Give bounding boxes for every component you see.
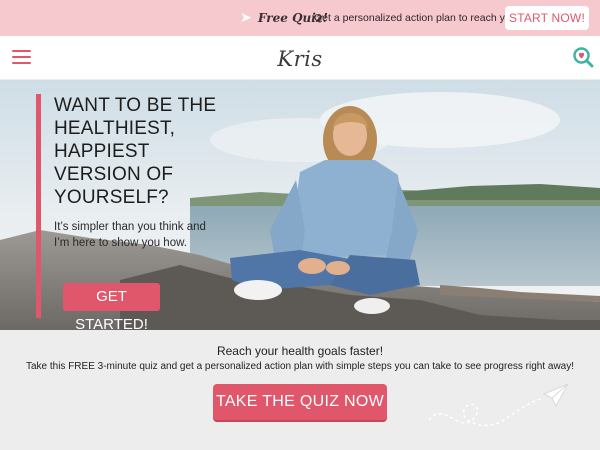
hero-subtext: It’s simpler than you think and I’m here… xyxy=(54,221,206,249)
site-header: Kris Carr xyxy=(0,36,600,105)
search-heart-icon[interactable] xyxy=(572,46,594,68)
hamburger-menu-icon[interactable] xyxy=(12,50,31,65)
get-started-button[interactable]: GET STARTED! xyxy=(63,283,160,330)
hero-heading: WANT TO BE THE HEALTHIEST, HAPPIEST VERS… xyxy=(54,95,217,208)
paper-plane-icon xyxy=(428,382,570,427)
hero-section: WANT TO BE THE HEALTHIEST, HAPPIEST VERS… xyxy=(0,80,600,330)
quiz-description: Take this FREE 3-minute quiz and get a p… xyxy=(25,361,575,372)
arrow-right-icon: ➤ xyxy=(240,10,252,26)
take-quiz-button[interactable]: TAKE THE QUIZ NOW xyxy=(213,384,387,420)
quiz-title: Reach your health goals faster! xyxy=(216,344,384,358)
logo[interactable]: Kris Carr xyxy=(250,42,350,105)
start-now-button[interactable]: START NOW! xyxy=(505,6,589,30)
quiz-section: Reach your health goals faster! Take thi… xyxy=(0,330,600,450)
promo-bar: ➤ Free Quiz! Get a personalized action p… xyxy=(0,0,600,36)
hero-text-panel: WANT TO BE THE HEALTHIEST, HAPPIEST VERS… xyxy=(36,94,217,330)
